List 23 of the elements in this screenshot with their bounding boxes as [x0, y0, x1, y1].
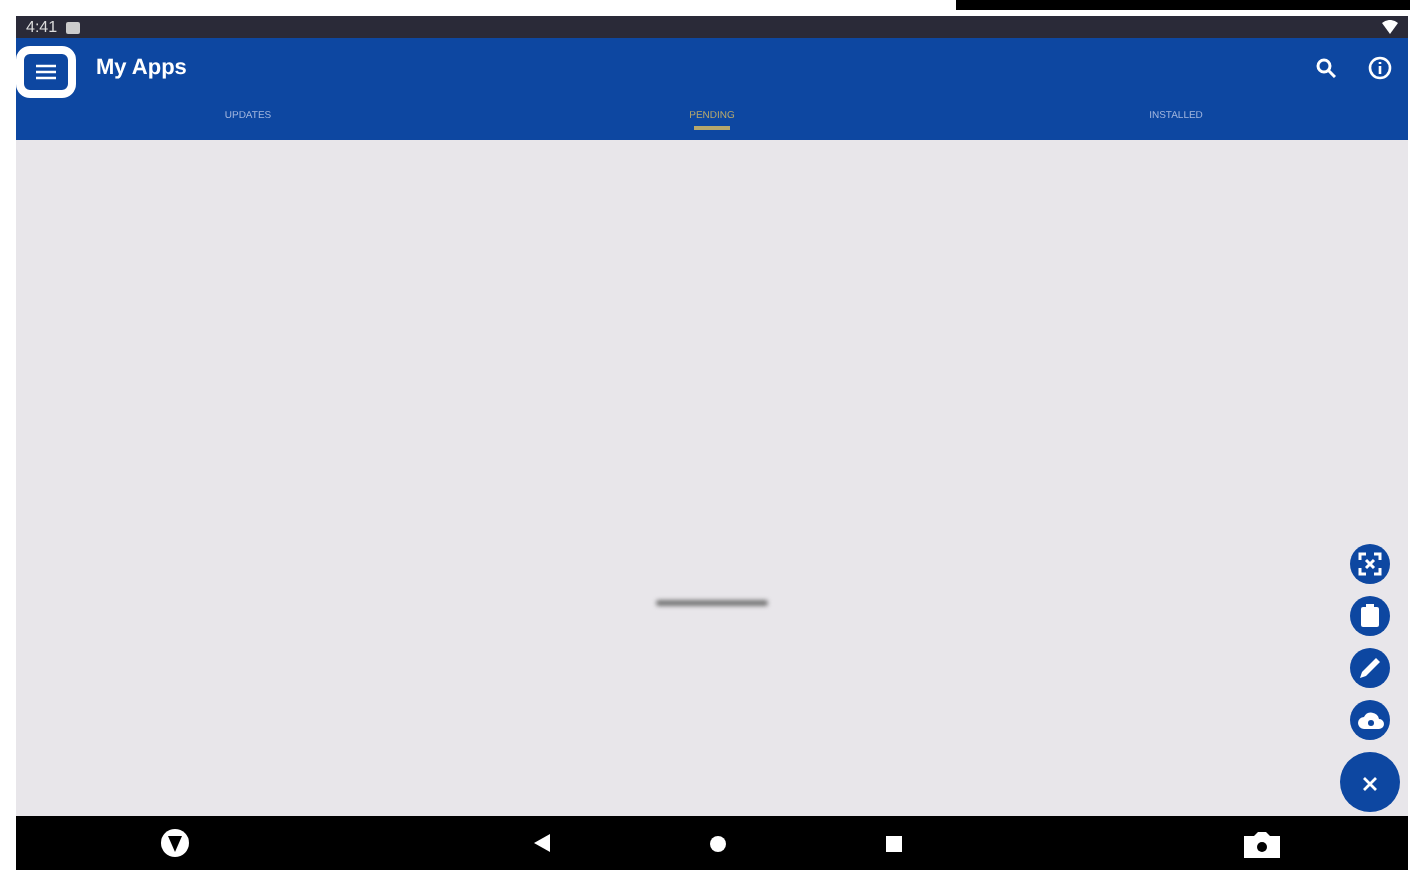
back-icon[interactable] — [533, 834, 549, 852]
app-title: My Apps — [96, 56, 189, 80]
cloud-icon — [1357, 710, 1383, 730]
edit-action-button[interactable] — [1350, 648, 1390, 688]
camera-icon[interactable] — [1244, 829, 1280, 857]
cloud-action-button[interactable] — [1350, 700, 1390, 740]
search-icon[interactable] — [1316, 58, 1336, 78]
clipboard-action-button[interactable] — [1350, 596, 1390, 636]
notification-icon — [65, 21, 80, 33]
close-icon — [1362, 775, 1378, 791]
menu-button[interactable] — [16, 46, 76, 98]
menu-icon — [36, 64, 56, 80]
loading-indicator — [656, 600, 768, 606]
status-time: 4:41 — [26, 18, 58, 36]
home-icon[interactable] — [709, 835, 725, 851]
pencil-icon — [1358, 656, 1382, 680]
info-icon[interactable] — [1368, 56, 1392, 80]
clipboard-icon — [1360, 604, 1380, 628]
scan-action-button[interactable] — [1350, 544, 1390, 584]
close-fab-button[interactable] — [1340, 752, 1400, 812]
scan-icon — [1358, 552, 1382, 576]
wifi-icon — [1382, 20, 1398, 34]
recents-icon[interactable] — [885, 835, 901, 851]
